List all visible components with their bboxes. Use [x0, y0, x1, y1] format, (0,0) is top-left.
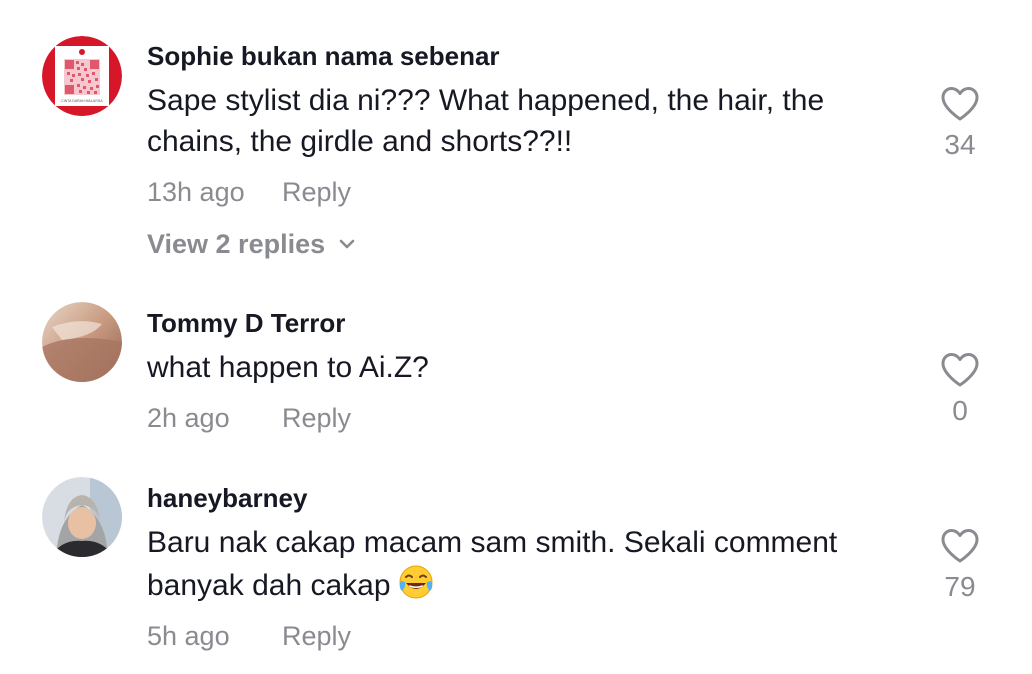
reply-button[interactable]: Reply	[282, 400, 351, 436]
comment-meta: 13h ago Reply	[147, 174, 927, 210]
comment-meta: 2h ago Reply	[147, 400, 927, 436]
comment-text: Sape stylist dia ni??? What happened, th…	[147, 84, 825, 158]
comment-username[interactable]: Sophie bukan nama sebenar	[147, 41, 927, 71]
comment-body: Sophie bukan nama sebenar Sape stylist d…	[147, 41, 927, 262]
comment-text: Baru nak cakap macam sam smith. Sekali c…	[147, 522, 907, 606]
view-replies-button[interactable]: View 2 replies	[147, 226, 357, 262]
reply-button[interactable]: Reply	[282, 174, 351, 210]
heart-icon[interactable]	[940, 86, 980, 122]
comment-item: Tommy D Terror what happen to Ai.Z? 2h a…	[0, 285, 1032, 455]
photo-avatar-icon	[42, 302, 122, 382]
comment-time: 13h ago	[147, 177, 245, 207]
like-count: 0	[952, 395, 968, 426]
like-group: 79	[930, 528, 990, 604]
comment-text: what happen to Ai.Z?	[147, 351, 429, 384]
qr-code-avatar-icon: CINTA DARAH MALAYSIA	[42, 36, 122, 116]
comment-username[interactable]: haneybarney	[147, 483, 927, 513]
comment-meta: 5h ago Reply	[147, 618, 927, 654]
like-group: 0	[930, 352, 990, 428]
like-group: 34	[930, 86, 990, 162]
comment-body: Tommy D Terror what happen to Ai.Z? 2h a…	[147, 308, 927, 436]
heart-icon[interactable]	[940, 528, 980, 564]
avatar-caption: CINTA DARAH MALAYSIA	[61, 99, 103, 103]
avatar[interactable]	[42, 302, 122, 382]
comment-item: haneybarney Baru nak cakap macam sam smi…	[0, 455, 1032, 674]
comment-body: haneybarney Baru nak cakap macam sam smi…	[147, 483, 927, 654]
comment-time: 2h ago	[147, 403, 230, 433]
like-count: 79	[944, 571, 976, 602]
chevron-down-icon	[339, 239, 355, 249]
avatar[interactable]: CINTA DARAH MALAYSIA	[42, 36, 122, 116]
reply-button[interactable]: Reply	[282, 618, 351, 654]
comment-username[interactable]: Tommy D Terror	[147, 308, 927, 338]
comment-item: CINTA DARAH MALAYSIA Sophie bukan nama s…	[0, 0, 1032, 285]
comment-text-content: Baru nak cakap macam sam smith. Sekali c…	[147, 526, 838, 602]
heart-icon[interactable]	[940, 352, 980, 388]
like-count: 34	[944, 129, 976, 160]
comment-time: 5h ago	[147, 621, 230, 651]
photo-avatar-icon	[42, 477, 122, 557]
face-with-tears-of-joy-icon	[399, 565, 433, 599]
avatar[interactable]	[42, 477, 122, 557]
view-replies-label: View 2 replies	[147, 229, 326, 259]
